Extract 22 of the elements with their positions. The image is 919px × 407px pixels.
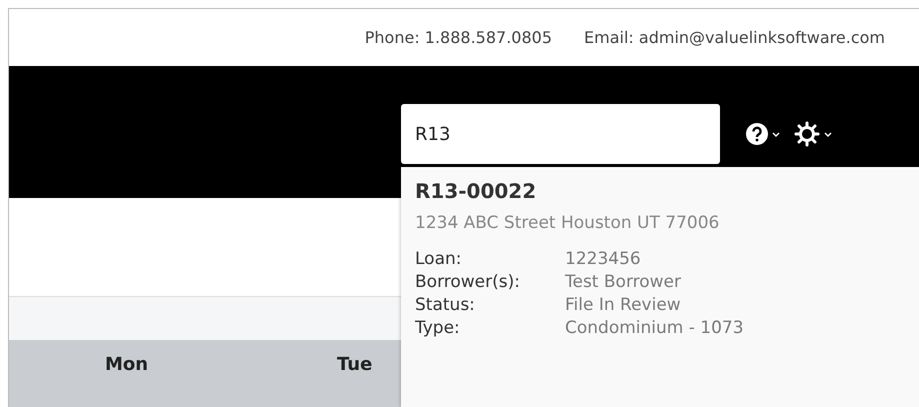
day-header: Tue: [337, 353, 372, 377]
field-label: Type:: [415, 318, 461, 338]
result-address: 1234 ABC Street Houston UT 77006: [415, 213, 720, 233]
search-result-popup[interactable]: R13-00022 1234 ABC Street Houston UT 77006 Loan: 1223456 Borrower(s): Test Borrower Status: File In Review Type: Condominium - 1073: [401, 167, 919, 407]
field-value: Condominium - 1073: [565, 318, 745, 338]
field-value: File In Review: [565, 295, 682, 315]
search-field[interactable]: R13: [401, 104, 720, 164]
field-label: Borrower(s):: [415, 272, 521, 292]
day-header: Mon: [104, 353, 150, 377]
settings-icon: [794, 121, 820, 147]
field-value: Test Borrower: [565, 272, 682, 292]
caret-icon: [772, 132, 780, 136]
field-label: Loan:: [415, 249, 462, 269]
settings-menu-button[interactable]: [794, 121, 832, 147]
field-label: Status:: [415, 295, 476, 315]
caret-icon: [824, 132, 832, 136]
help-icon: [746, 123, 768, 145]
result-id: R13-00022: [415, 179, 538, 203]
field-value: 1223456: [565, 249, 642, 269]
email-text: Email: admin@valuelinksoftware.com: [584, 28, 885, 47]
phone-text: Phone: 1.888.587.0805: [364, 28, 552, 47]
help-menu-button[interactable]: [746, 123, 780, 145]
